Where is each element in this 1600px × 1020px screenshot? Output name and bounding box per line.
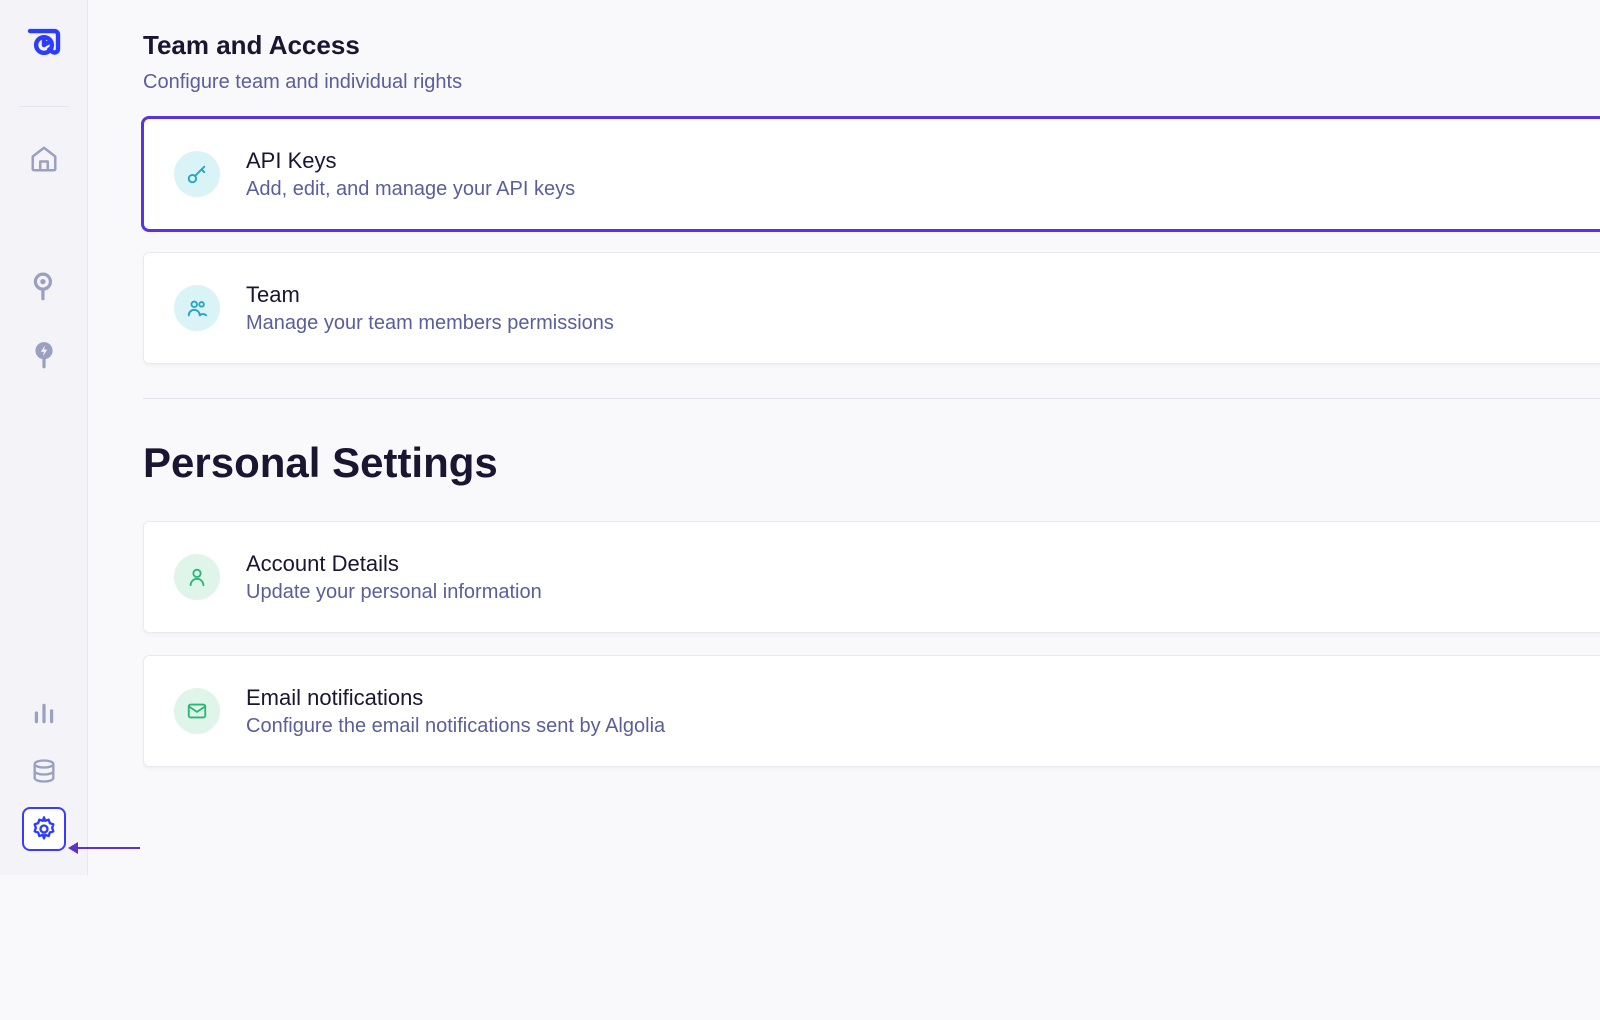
section-title-personal: Personal Settings xyxy=(143,439,1600,487)
card-desc: Update your personal information xyxy=(246,581,542,604)
sidebar-divider xyxy=(19,106,69,107)
card-api-keys[interactable]: API Keys Add, edit, and manage your API … xyxy=(143,118,1600,230)
nav-home[interactable] xyxy=(22,137,66,181)
card-account-details[interactable]: Account Details Update your personal inf… xyxy=(143,521,1600,633)
user-icon xyxy=(174,554,220,600)
nav-recommend[interactable] xyxy=(22,333,66,377)
home-icon xyxy=(29,144,59,174)
mail-icon xyxy=(174,688,220,734)
card-desc: Manage your team members permissions xyxy=(246,312,614,335)
card-title: Email notifications xyxy=(246,685,665,711)
nav-search[interactable] xyxy=(22,265,66,309)
card-title: Account Details xyxy=(246,551,542,577)
nav-analytics[interactable] xyxy=(22,691,66,735)
database-icon xyxy=(30,757,58,785)
section-subtitle-team-access: Configure team and individual rights xyxy=(143,71,1600,94)
main-content: Team and Access Configure team and indiv… xyxy=(88,0,1600,875)
section-divider xyxy=(143,398,1600,399)
gear-icon xyxy=(30,815,58,843)
nav-settings[interactable] xyxy=(22,807,66,851)
card-desc: Configure the email notifications sent b… xyxy=(246,715,665,738)
card-team[interactable]: Team Manage your team members permission… xyxy=(143,252,1600,364)
algolia-logo[interactable] xyxy=(23,24,65,66)
bars-icon xyxy=(31,700,57,726)
card-title: Team xyxy=(246,282,614,308)
nav-data[interactable] xyxy=(22,749,66,793)
bolt-icon xyxy=(31,340,57,370)
key-icon xyxy=(174,151,220,197)
card-title: API Keys xyxy=(246,148,575,174)
search-icon xyxy=(31,272,57,302)
card-desc: Add, edit, and manage your API keys xyxy=(246,178,575,201)
section-title-team-access: Team and Access xyxy=(143,30,1600,61)
team-icon xyxy=(174,285,220,331)
sidebar xyxy=(0,0,88,875)
card-email-notifications[interactable]: Email notifications Configure the email … xyxy=(143,655,1600,767)
